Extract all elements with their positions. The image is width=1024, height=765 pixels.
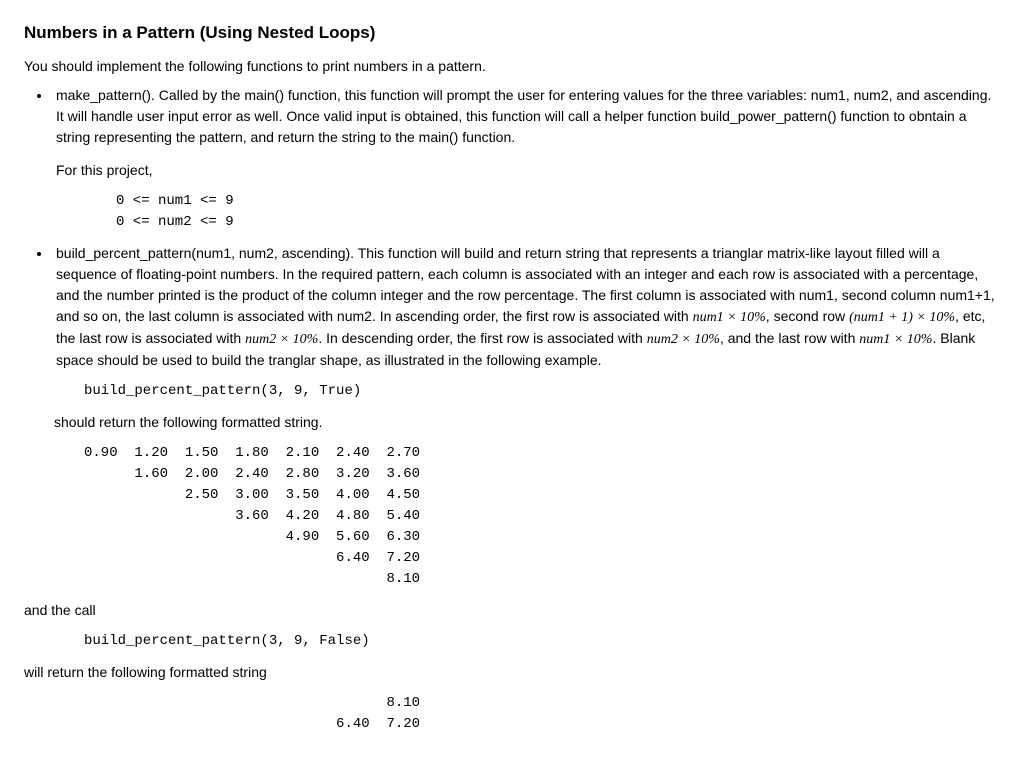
math-expr-2: (num1 + 1) × 10% [849,310,955,325]
will-return-label: will return the following formatted stri… [24,662,1000,683]
output-2: 8.10 6.40 7.20 [84,693,1000,735]
call-1-code: build_percent_pattern(3, 9, True) [84,381,1000,402]
page-title: Numbers in a Pattern (Using Nested Loops… [24,20,1000,46]
intro-text: You should implement the following funct… [24,56,1000,77]
function-list: make_pattern(). Called by the main() fun… [24,85,1000,371]
make-pattern-desc: make_pattern(). Called by the main() fun… [56,87,991,145]
should-return-label: should return the following formatted st… [54,412,1000,433]
build-pattern-mid3: . In descending order, the first row is … [318,330,646,346]
math-expr-4: num2 × 10% [647,332,720,347]
math-expr-5: num1 × 10% [859,332,932,347]
for-project-label: For this project, [56,160,1000,181]
constraints-code: 0 <= num1 <= 9 0 <= num2 <= 9 [116,191,1000,233]
build-pattern-mid4: , and the last row with [720,330,859,346]
build-pattern-mid1: , second row [766,308,849,324]
math-expr-1: num1 × 10% [693,310,766,325]
list-item-make-pattern: make_pattern(). Called by the main() fun… [52,85,1000,233]
output-1: 0.90 1.20 1.50 1.80 2.10 2.40 2.70 1.60 … [84,443,1000,590]
list-item-build-pattern: build_percent_pattern(num1, num2, ascend… [52,243,1000,371]
math-expr-3: num2 × 10% [245,332,318,347]
and-call-label: and the call [24,600,1000,621]
call-2-code: build_percent_pattern(3, 9, False) [84,631,1000,652]
